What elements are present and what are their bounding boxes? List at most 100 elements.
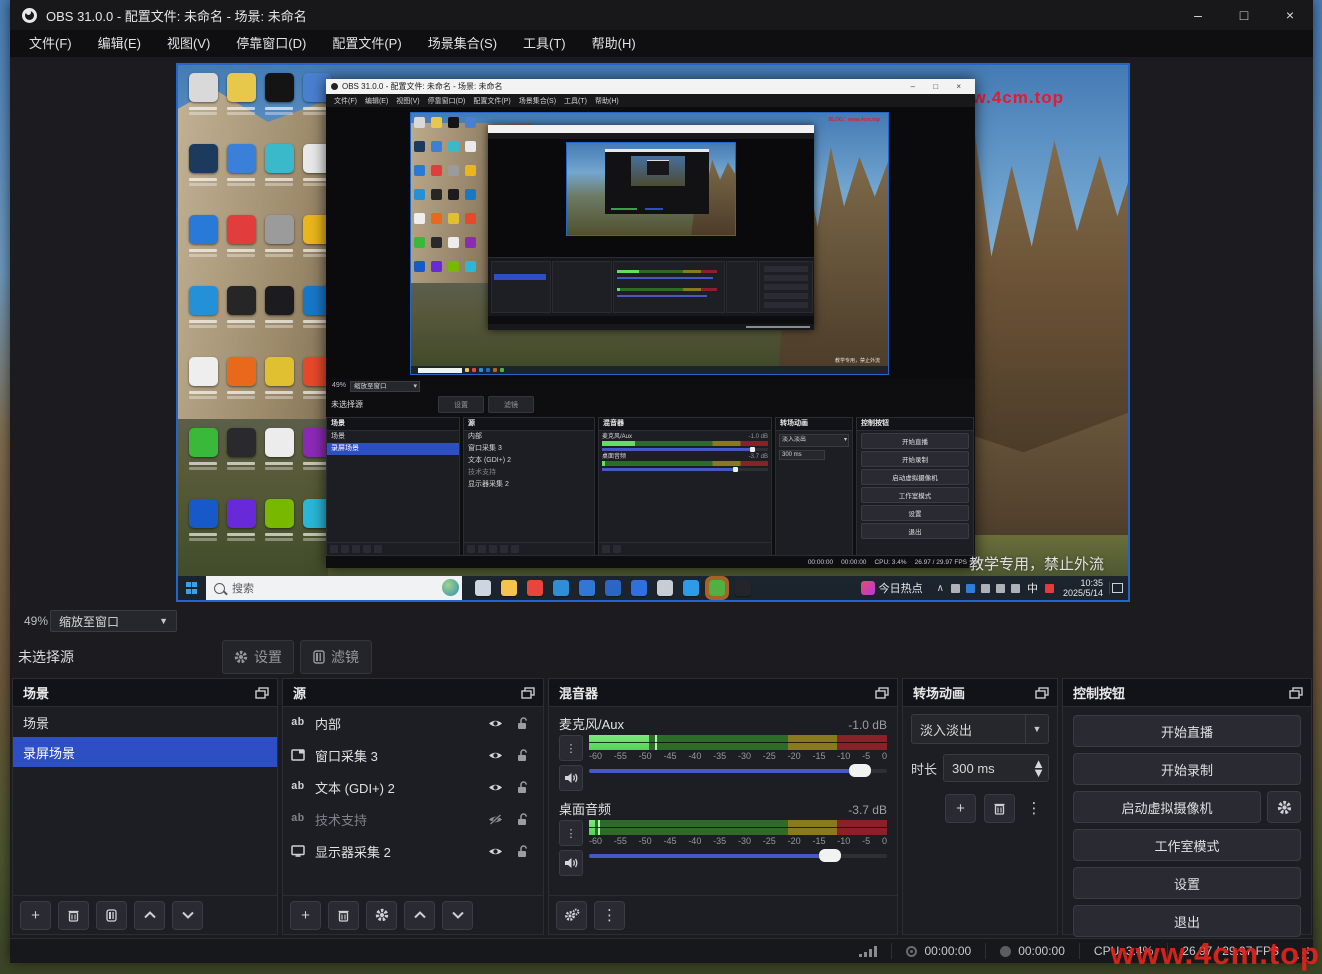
source-item[interactable]: 显示器采集 2 xyxy=(283,835,543,867)
battery-tray-icon xyxy=(981,584,990,593)
advanced-audio-button[interactable] xyxy=(556,901,587,930)
captured-docks: 场景 场景 录屏场景 源 内部 窗口采集 3 文本 (GDI+) 2 技术支持 … xyxy=(326,417,975,556)
visibility-toggle[interactable] xyxy=(481,846,509,857)
level2-desktop-icon xyxy=(448,117,459,128)
connection-status xyxy=(845,943,891,959)
start-virtual-camera-button[interactable]: 启动虚拟摄像机 xyxy=(1073,791,1261,823)
lock-toggle[interactable] xyxy=(509,749,537,762)
duration-label: 时长 xyxy=(911,759,937,778)
level2-overlay-text: 教学专用，禁止外流 xyxy=(835,357,880,364)
menu-scene-collection[interactable]: 场景集合(S) xyxy=(415,30,510,57)
scene-item-selected[interactable]: 录屏场景 xyxy=(13,737,277,767)
popout-icon[interactable] xyxy=(1035,687,1049,699)
popout-icon[interactable] xyxy=(1289,687,1303,699)
menu-help[interactable]: 帮助(H) xyxy=(579,30,649,57)
remove-source-button[interactable] xyxy=(328,901,359,930)
mixer-options-button[interactable]: ⋮ xyxy=(594,901,625,930)
move-scene-up-button[interactable] xyxy=(134,901,165,930)
scenes-dock-header[interactable]: 场景 xyxy=(13,679,277,707)
menu-edit[interactable]: 编辑(E) xyxy=(85,30,154,57)
menu-view[interactable]: 视图(V) xyxy=(154,30,223,57)
mixer-dock-header[interactable]: 混音器 xyxy=(549,679,897,707)
scene-item[interactable]: 场景 xyxy=(13,707,277,737)
add-source-button[interactable]: + xyxy=(290,901,321,930)
slider-handle[interactable] xyxy=(849,764,871,777)
menu-docks[interactable]: 停靠窗口(D) xyxy=(223,30,319,57)
menu-tools[interactable]: 工具(T) xyxy=(510,30,579,57)
filters-button[interactable]: 滤镜 xyxy=(300,640,372,674)
visibility-toggle[interactable] xyxy=(481,782,509,793)
transitions-dock-header[interactable]: 转场动画 xyxy=(903,679,1057,707)
lock-toggle[interactable] xyxy=(509,813,537,826)
mute-toggle[interactable] xyxy=(559,850,583,876)
menu-bar: 文件(F) 编辑(E) 视图(V) 停靠窗口(D) 配置文件(P) 场景集合(S… xyxy=(10,30,1313,57)
visibility-toggle[interactable] xyxy=(481,814,509,825)
signal-bars-icon xyxy=(859,946,877,957)
mixer-channel-mic: 麦克风/Aux-1.0 dB ⋮ -60-55-50-45-40-35-30-2… xyxy=(559,714,887,791)
add-transition-button[interactable]: + xyxy=(945,794,976,823)
duration-spinner[interactable]: 300 ms ▲▼ xyxy=(943,754,1049,782)
zoom-mode-dropdown[interactable]: 缩放至窗口 ▼ xyxy=(50,610,177,632)
popout-icon[interactable] xyxy=(255,687,269,699)
popout-icon[interactable] xyxy=(521,687,535,699)
level2-desktop-icon xyxy=(465,189,476,200)
eye-icon xyxy=(488,750,503,761)
chevron-up-icon xyxy=(414,911,426,919)
captured-desktop-level2: BLOG：www.4cm.top xyxy=(410,112,889,375)
slider-handle[interactable] xyxy=(819,849,841,862)
channel-options-button[interactable]: ⋮ xyxy=(559,820,583,846)
properties-button[interactable]: 设置 xyxy=(222,640,294,674)
popout-icon[interactable] xyxy=(875,687,889,699)
transition-select[interactable]: 淡入淡出 ▼ xyxy=(911,714,1049,744)
minimize-button[interactable]: – xyxy=(1175,0,1221,30)
start-streaming-button[interactable]: 开始直播 xyxy=(1073,715,1301,747)
exit-button[interactable]: 退出 xyxy=(1073,905,1301,937)
source-item[interactable]: 窗口采集 3 xyxy=(283,739,543,771)
taskbar-app-icons xyxy=(470,580,756,596)
source-item-hidden[interactable]: ab 技术支持 xyxy=(283,803,543,835)
title-bar[interactable]: OBS 31.0.0 - 配置文件: 未命名 - 场景: 未命名 – □ × xyxy=(10,0,1313,30)
source-properties-button[interactable] xyxy=(366,901,397,930)
scenes-toolbar: + xyxy=(13,895,277,934)
close-button[interactable]: × xyxy=(1267,0,1313,30)
sources-toolbar: + xyxy=(283,895,543,934)
source-item[interactable]: ab 文本 (GDI+) 2 xyxy=(283,771,543,803)
visibility-toggle[interactable] xyxy=(481,750,509,761)
move-scene-down-button[interactable] xyxy=(172,901,203,930)
spinner-down-icon[interactable]: ▼ xyxy=(1032,768,1045,777)
captured-desktop-icon xyxy=(260,499,298,570)
virtual-camera-config-button[interactable] xyxy=(1267,791,1301,823)
captured-desktop-icon xyxy=(260,73,298,144)
remove-transition-button[interactable] xyxy=(984,794,1015,823)
captured-desktop-icon xyxy=(222,357,260,428)
preview-canvas[interactable]: BLOG：www.4cm.top OBS 31.0.0 - 配置文件: 未命名 … xyxy=(176,63,1130,602)
lock-toggle[interactable] xyxy=(509,717,537,730)
volume-slider[interactable] xyxy=(589,763,887,779)
source-item[interactable]: ab 内部 xyxy=(283,707,543,739)
lock-toggle[interactable] xyxy=(509,781,537,794)
scene-filters-button[interactable] xyxy=(96,901,127,930)
controls-dock-header[interactable]: 控制按钮 xyxy=(1063,679,1311,707)
sources-dock-header[interactable]: 源 xyxy=(283,679,543,707)
visibility-toggle[interactable] xyxy=(481,718,509,729)
studio-mode-button[interactable]: 工作室模式 xyxy=(1073,829,1301,861)
transition-options-button[interactable]: ⋮ xyxy=(1023,794,1045,821)
channel-options-button[interactable]: ⋮ xyxy=(559,735,583,761)
lock-toggle[interactable] xyxy=(509,845,537,858)
captured-desktop-icon xyxy=(184,73,222,144)
add-scene-button[interactable]: + xyxy=(20,901,51,930)
move-source-up-button[interactable] xyxy=(404,901,435,930)
level2-desktop-icon xyxy=(414,261,425,272)
settings-button[interactable]: 设置 xyxy=(1073,867,1301,899)
remove-scene-button[interactable] xyxy=(58,901,89,930)
move-source-down-button[interactable] xyxy=(442,901,473,930)
mute-toggle[interactable] xyxy=(559,765,583,791)
volume-slider[interactable] xyxy=(589,848,887,864)
start-recording-button[interactable]: 开始录制 xyxy=(1073,753,1301,785)
volume-meter xyxy=(589,735,887,750)
captured-desktop-icon xyxy=(184,499,222,570)
maximize-button[interactable]: □ xyxy=(1221,0,1267,30)
level2-desktop-icon xyxy=(431,237,442,248)
menu-profile[interactable]: 配置文件(P) xyxy=(319,30,414,57)
menu-file[interactable]: 文件(F) xyxy=(16,30,85,57)
